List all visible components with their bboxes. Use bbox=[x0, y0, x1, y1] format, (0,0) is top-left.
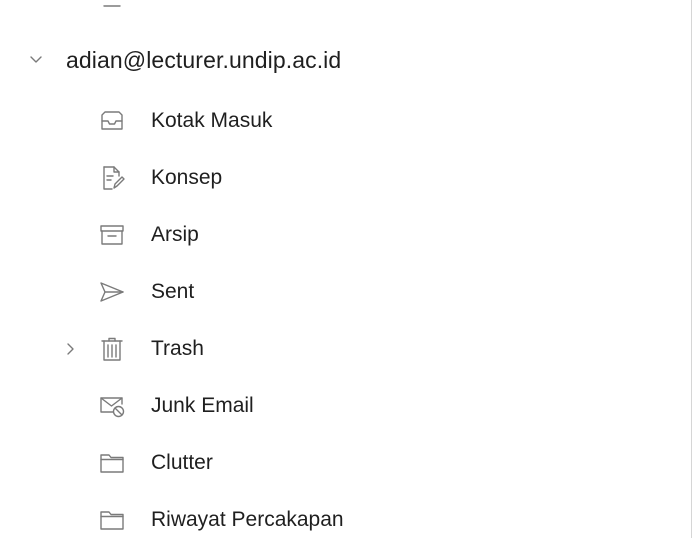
folder-item-riwayat-percakapan[interactable]: Riwayat Percakapan bbox=[0, 491, 698, 538]
partial-folder-icon bbox=[100, 0, 124, 12]
folder-list: Kotak Masuk Konsep Arsip Sent Trash Junk… bbox=[0, 92, 698, 538]
folder-label: Konsep bbox=[151, 165, 223, 189]
inbox-icon bbox=[98, 107, 126, 135]
sent-icon bbox=[98, 278, 126, 306]
account-email: adian@lecturer.undip.ac.id bbox=[66, 46, 342, 73]
archive-icon bbox=[98, 221, 126, 249]
folder-label: Kotak Masuk bbox=[151, 108, 273, 132]
folder-item-arsip[interactable]: Arsip bbox=[0, 206, 698, 263]
folder-item-trash[interactable]: Trash bbox=[0, 320, 698, 377]
folder-icon bbox=[98, 506, 126, 534]
folder-label: Arsip bbox=[151, 222, 199, 246]
folder-item-sent[interactable]: Sent bbox=[0, 263, 698, 320]
account-row[interactable]: adian@lecturer.undip.ac.id bbox=[28, 40, 341, 80]
chevron-down-icon[interactable] bbox=[28, 52, 44, 68]
folder-item-kotak-masuk[interactable]: Kotak Masuk bbox=[0, 92, 698, 149]
folder-item-clutter[interactable]: Clutter bbox=[0, 434, 698, 491]
folder-label: Riwayat Percakapan bbox=[151, 507, 344, 531]
folder-item-junk-email[interactable]: Junk Email bbox=[0, 377, 698, 434]
folder-label: Trash bbox=[151, 336, 204, 360]
mail-sidebar: adian@lecturer.undip.ac.id Kotak Masuk K… bbox=[0, 0, 698, 538]
folder-label: Junk Email bbox=[151, 393, 254, 417]
drafts-icon bbox=[98, 164, 126, 192]
folder-icon bbox=[98, 449, 126, 477]
pane-divider[interactable] bbox=[691, 0, 692, 538]
folder-label: Sent bbox=[151, 279, 195, 303]
trash-icon bbox=[98, 335, 126, 363]
folder-label: Clutter bbox=[151, 450, 213, 474]
junk-icon bbox=[98, 392, 126, 420]
folder-item-konsep[interactable]: Konsep bbox=[0, 149, 698, 206]
chevron-right-icon[interactable] bbox=[62, 341, 78, 357]
